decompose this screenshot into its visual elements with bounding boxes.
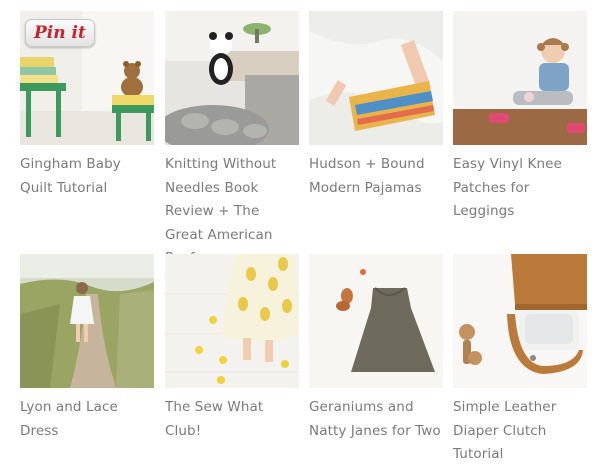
- knee-patches-photo: [453, 11, 587, 145]
- post-card-knitting-without-needles[interactable]: Knitting Without Needles Book Review + T…: [165, 11, 301, 271]
- pin-it-button[interactable]: Pin it: [25, 19, 95, 47]
- post-thumbnail[interactable]: Pin it: [20, 11, 154, 145]
- post-card-hudson-bound-pajamas[interactable]: Hudson + Bound Modern Pajamas: [309, 11, 445, 200]
- dress-photo: [20, 254, 154, 388]
- post-title-link[interactable]: Easy Vinyl Knee Patches for Leggings: [453, 153, 589, 224]
- post-thumbnail[interactable]: [309, 11, 443, 145]
- post-thumbnail[interactable]: [20, 254, 154, 388]
- linen-dress-photo: [309, 254, 443, 388]
- post-card-geraniums-natty-janes[interactable]: Geraniums and Natty Janes for Two: [309, 254, 445, 443]
- knitting-photo: [165, 11, 299, 145]
- leather-clutch-photo: [453, 254, 587, 388]
- pajamas-photo: [309, 11, 443, 145]
- post-title-link[interactable]: The Sew What Club!: [165, 396, 301, 443]
- post-card-gingham-baby-quilt[interactable]: Pin it Gingham Baby Quilt Tutorial: [20, 11, 156, 200]
- post-title-link[interactable]: Geraniums and Natty Janes for Two: [309, 396, 445, 443]
- post-title-link[interactable]: Gingham Baby Quilt Tutorial: [20, 153, 156, 200]
- post-thumbnail[interactable]: [309, 254, 443, 388]
- post-grid: Pin it Gingham Baby Quilt Tutorial Knitt…: [0, 0, 601, 476]
- post-thumbnail[interactable]: [165, 11, 299, 145]
- post-title-link[interactable]: Hudson + Bound Modern Pajamas: [309, 153, 445, 200]
- post-card-leather-diaper-clutch[interactable]: Simple Leather Diaper Clutch Tutorial: [453, 254, 589, 467]
- post-thumbnail[interactable]: [165, 254, 299, 388]
- lemon-dress-photo: [165, 254, 299, 388]
- post-title-link[interactable]: Simple Leather Diaper Clutch Tutorial: [453, 396, 589, 467]
- post-title-link[interactable]: Knitting Without Needles Book Review + T…: [165, 153, 301, 271]
- post-thumbnail[interactable]: [453, 11, 587, 145]
- post-title-link[interactable]: Lyon and Lace Dress: [20, 396, 156, 443]
- post-thumbnail[interactable]: [453, 254, 587, 388]
- post-card-sew-what-club[interactable]: The Sew What Club!: [165, 254, 301, 443]
- post-card-vinyl-knee-patches[interactable]: Easy Vinyl Knee Patches for Leggings: [453, 11, 589, 224]
- post-card-lyon-lace-dress[interactable]: Lyon and Lace Dress: [20, 254, 156, 443]
